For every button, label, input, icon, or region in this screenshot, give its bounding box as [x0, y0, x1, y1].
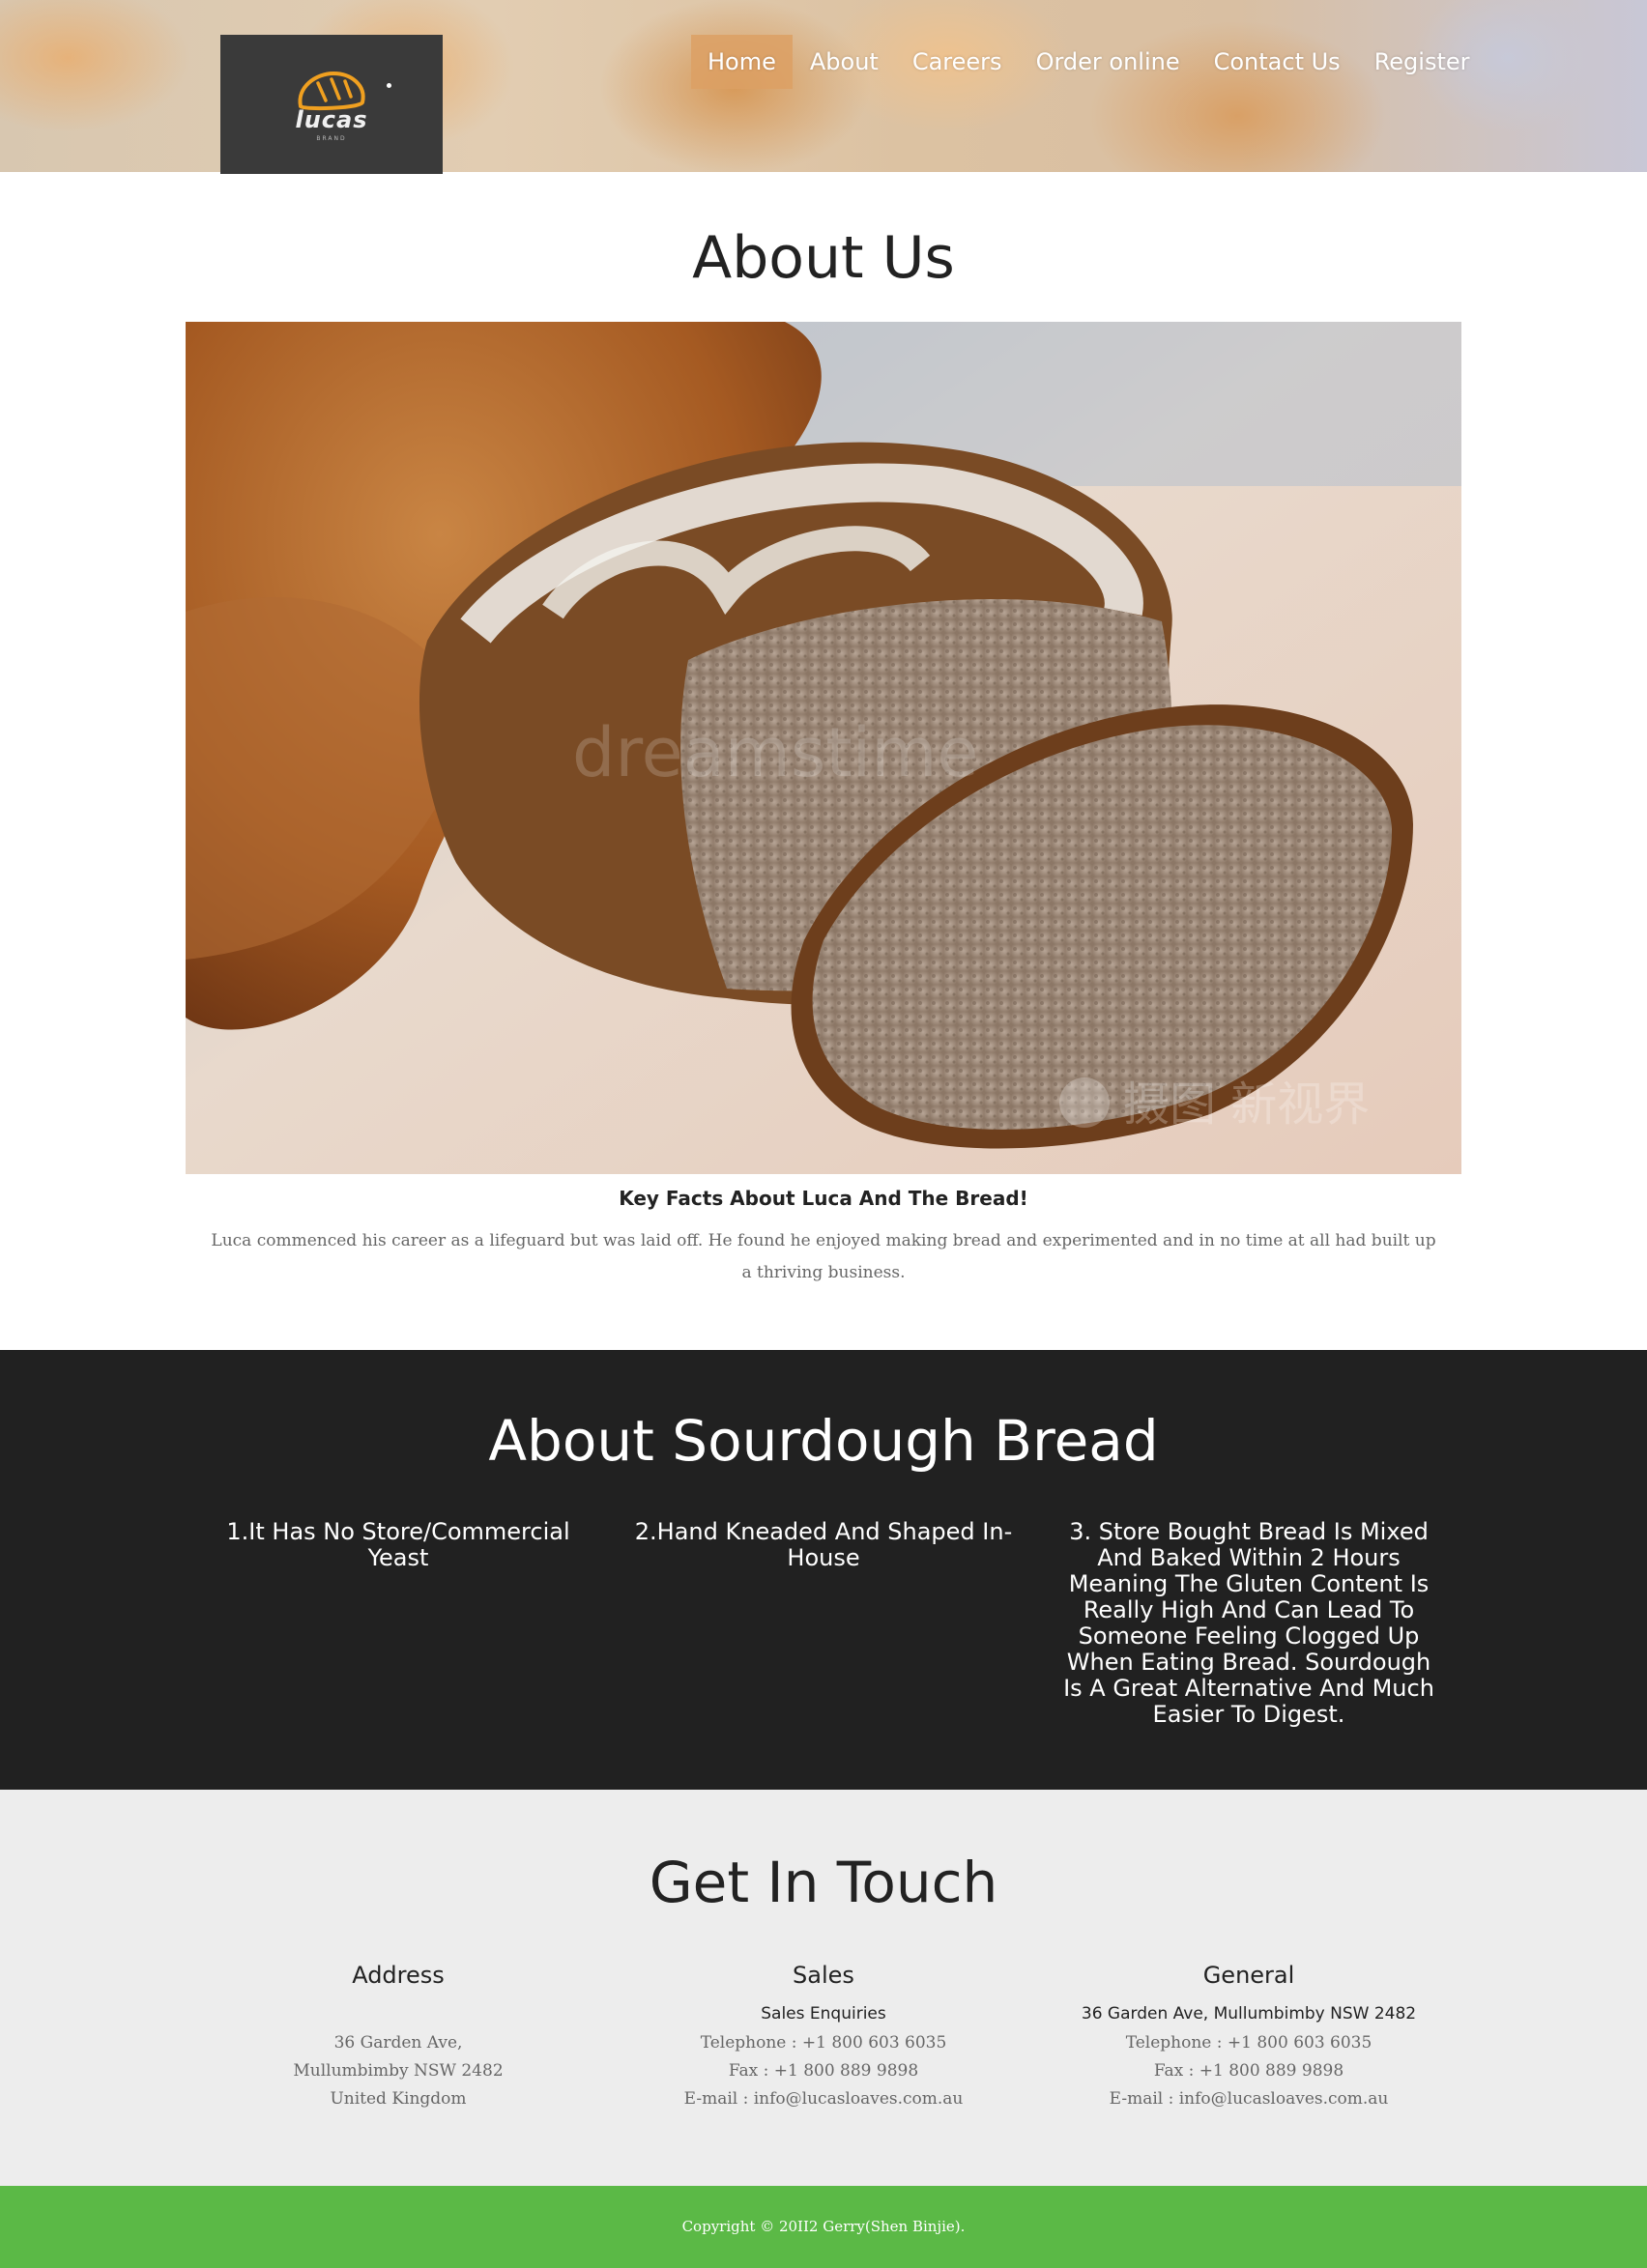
nav-register[interactable]: Register: [1358, 35, 1487, 89]
sourdough-point-2: 2.Hand Kneaded And Shaped In-House: [634, 1518, 1013, 1571]
main-nav: Home About Careers Order online Contact …: [691, 35, 1488, 89]
about-title: About Us: [692, 224, 955, 292]
logo-text: lucas: [295, 105, 368, 133]
sales-heading: Sales: [793, 1962, 854, 1989]
sourdough-section: About Sourdough Bread 1.It Has No Store/…: [0, 1350, 1647, 1790]
general-subheading: 36 Garden Ave, Mullumbimby NSW 2482: [1081, 2004, 1417, 2024]
footer-copyright: Copyright © 20II2 Gerry(Shen Binjie).: [681, 2218, 966, 2235]
general-column: General 36 Garden Ave, Mullumbimby NSW 2…: [1046, 1956, 1452, 2113]
svg-text:dreamstime: dreamstime: [572, 713, 978, 792]
sourdough-point-3: 3. Store Bought Bread Is Mixed And Baked…: [1063, 1518, 1434, 1728]
nav-order-online[interactable]: Order online: [1020, 35, 1197, 89]
general-telephone: Telephone : +1 800 603 6035: [1125, 2033, 1372, 2053]
sales-telephone: Telephone : +1 800 603 6035: [700, 2033, 947, 2053]
header-banner: lucas BRAND Home About Careers Order onl…: [0, 0, 1647, 174]
address-line-3: United Kingdom: [330, 2089, 467, 2109]
nav-careers[interactable]: Careers: [896, 35, 1019, 89]
address-line-1: 36 Garden Ave,: [333, 2033, 463, 2053]
logo-dot: [387, 83, 391, 88]
general-fax: Fax : +1 800 889 9898: [1153, 2061, 1344, 2081]
logo-subtext: BRAND: [316, 134, 347, 142]
sales-subheading: Sales Enquiries: [761, 2004, 886, 2024]
footer: Copyright © 20II2 Gerry(Shen Binjie).: [0, 2186, 1647, 2268]
key-facts-title: Key Facts About Luca And The Bread!: [619, 1187, 1028, 1210]
nav-contact-us[interactable]: Contact Us: [1198, 35, 1357, 89]
address-column: Address 36 Garden Ave, Mullumbimby NSW 2…: [195, 1956, 601, 2113]
address-heading: Address: [352, 1962, 445, 1989]
sales-column: Sales Sales Enquiries Telephone : +1 800…: [621, 1956, 1026, 2113]
general-email[interactable]: E-mail : info@lucasloaves.com.au: [1046, 2085, 1452, 2113]
site-logo[interactable]: lucas BRAND: [220, 35, 443, 174]
address-spacer: [195, 1998, 601, 2029]
general-heading: General: [1202, 1962, 1295, 1989]
key-facts-text: Luca commenced his career as a lifeguard…: [211, 1231, 1436, 1282]
nav-about[interactable]: About: [794, 35, 895, 89]
sourdough-point-1: 1.It Has No Store/Commercial Yeast: [226, 1518, 570, 1571]
sourdough-title: About Sourdough Bread: [488, 1408, 1159, 1474]
get-in-touch-title: Get In Touch: [649, 1850, 998, 1915]
get-in-touch-section: Get In Touch Address 36 Garden Ave, Mull…: [0, 1790, 1647, 2186]
sales-email[interactable]: E-mail : info@lucasloaves.com.au: [621, 2085, 1026, 2113]
bread-hero-image: dreamstime 摄图 新视界: [186, 322, 1461, 1174]
address-line-2: Mullumbimby NSW 2482: [293, 2061, 504, 2081]
nav-home[interactable]: Home: [691, 35, 793, 89]
sales-fax: Fax : +1 800 889 9898: [728, 2061, 919, 2081]
svg-text:摄图 新视界: 摄图 新视界: [1123, 1077, 1370, 1132]
